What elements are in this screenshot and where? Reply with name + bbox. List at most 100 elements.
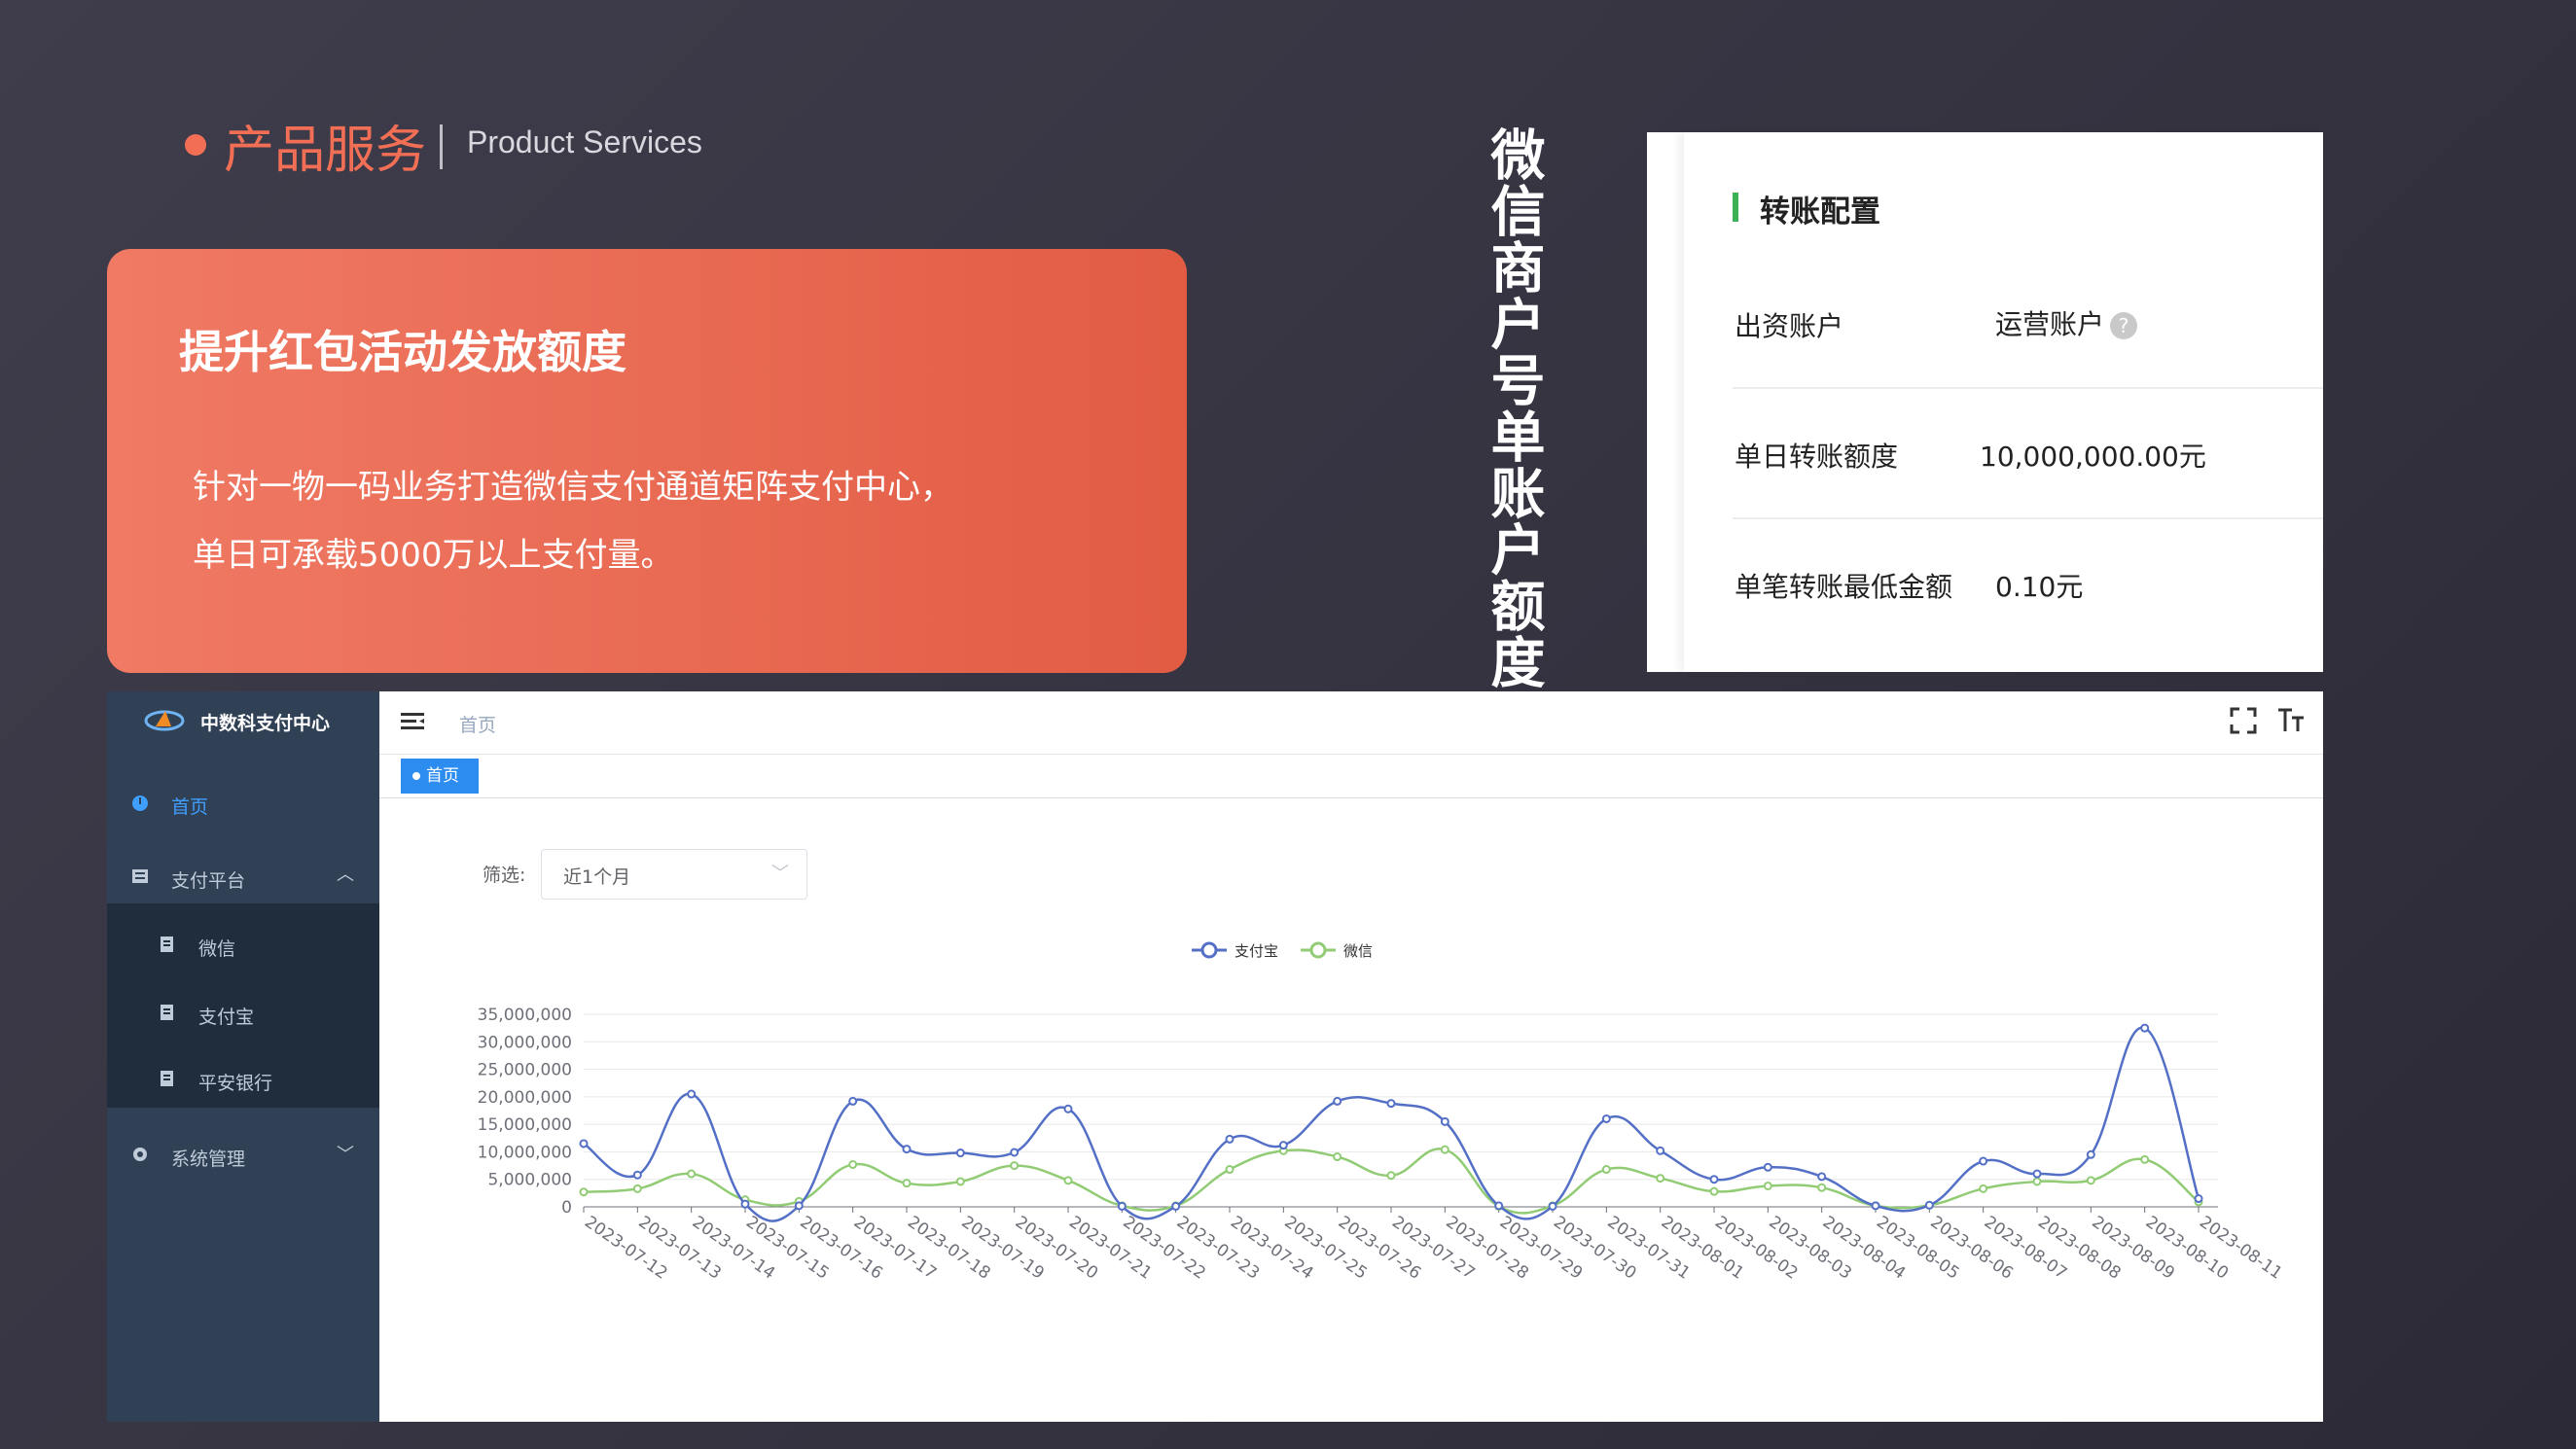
data-point — [1225, 1165, 1234, 1175]
data-point — [1010, 1161, 1020, 1171]
filter-label: 筛选: — [483, 865, 526, 886]
date-range-select[interactable]: 近1个月 ﹀ — [541, 849, 807, 900]
data-point — [848, 1096, 858, 1106]
legend-marker — [1309, 941, 1327, 959]
data-point — [579, 1139, 589, 1149]
gear-icon — [133, 1148, 147, 1161]
feature-card: 提升红包活动发放额度 针对一物一码业务打造微信支付通道矩阵支付中心， 单日可承载… — [107, 249, 1187, 673]
divider — [1733, 387, 2323, 389]
daily-limit-value: 10,000,000.00元 — [1980, 441, 2206, 473]
y-tick-label: 15,000,000 — [478, 1115, 572, 1135]
select-value: 近1个月 — [563, 866, 631, 888]
y-tick-label: 30,000,000 — [478, 1033, 572, 1052]
legend-label: 支付宝 — [1234, 942, 1278, 960]
breadcrumb[interactable]: 首页 — [459, 711, 496, 737]
font-size-icon[interactable] — [2276, 707, 2306, 734]
data-point — [1709, 1175, 1719, 1184]
data-point — [1063, 1176, 1073, 1185]
data-point — [1817, 1172, 1827, 1182]
section-title: 产品服务 — [224, 122, 427, 180]
legend-marker — [1200, 941, 1218, 959]
divider — [1733, 517, 2323, 519]
min-amount-label: 单笔转账最低金额 — [1735, 571, 1953, 603]
data-point — [1601, 1113, 1611, 1123]
help-icon[interactable]: ? — [2110, 312, 2138, 339]
data-point — [1656, 1174, 1665, 1184]
tags-view — [379, 755, 2323, 798]
data-point — [1171, 1201, 1181, 1211]
tab-label: 首页 — [426, 766, 459, 786]
bullet-dot — [185, 134, 206, 156]
y-tick-label: 35,000,000 — [478, 1006, 572, 1025]
data-point — [1440, 1116, 1449, 1126]
data-point — [1979, 1184, 1988, 1193]
brand-name: 中数科支付中心 — [200, 713, 331, 734]
data-point — [1709, 1186, 1719, 1196]
data-point — [1656, 1146, 1665, 1155]
data-point — [955, 1177, 965, 1186]
active-dot — [412, 772, 420, 780]
data-point — [1817, 1183, 1827, 1192]
section-subtitle: Product Services — [467, 124, 702, 159]
list-icon — [132, 869, 148, 883]
y-tick-label: 20,000,000 — [478, 1088, 572, 1108]
data-point — [1010, 1148, 1020, 1157]
tab-home[interactable]: 首页 — [401, 759, 479, 794]
funding-account-value: 运营账户? — [1995, 303, 2138, 342]
data-point — [1333, 1152, 1342, 1162]
sidebar-item-label: 平安银行 — [198, 1073, 273, 1094]
sidebar-item-pay-platform[interactable]: 支付平台 ︿ — [107, 853, 379, 901]
y-tick-label: 0 — [561, 1198, 572, 1218]
sidebar-item-pingan[interactable]: 平安银行 — [107, 1055, 379, 1104]
transfer-config-panel: 转账配置 出资账户 运营账户? 单日转账额度 10,000,000.00元 单笔… — [1647, 132, 2323, 672]
transfer-config-heading: 转账配置 — [1760, 194, 1880, 230]
data-point — [687, 1089, 697, 1099]
data-point — [1386, 1171, 1396, 1181]
data-point — [687, 1169, 697, 1179]
data-point — [1924, 1200, 1934, 1210]
data-point — [794, 1201, 804, 1211]
submenu: 微信 支付宝 平安银行 — [107, 903, 379, 1108]
sidebar-item-alipay[interactable]: 支付宝 — [107, 989, 379, 1038]
data-point — [579, 1187, 589, 1197]
data-point — [1494, 1201, 1504, 1211]
vertical-title: 微信商户号单账户额度 — [1482, 126, 1545, 690]
y-tick-label: 5,000,000 — [487, 1171, 572, 1190]
data-point — [2194, 1194, 2203, 1204]
funding-account-text: 运营账户 — [1995, 308, 2105, 340]
line-chart: 0 5,000,000 10,000,000 15,000,000 20,000,000… — [478, 941, 2286, 1284]
y-tick-label: 25,000,000 — [478, 1061, 572, 1080]
min-amount-value: 0.10元 — [1995, 571, 2084, 603]
feature-card-title: 提升红包活动发放额度 — [179, 326, 626, 378]
document-icon — [161, 937, 173, 952]
data-point — [2140, 1154, 2150, 1164]
sidebar-item-system[interactable]: 系统管理 ﹀ — [107, 1131, 379, 1180]
data-point — [632, 1170, 642, 1180]
fullscreen-icon[interactable] — [2230, 707, 2257, 734]
data-point — [1871, 1201, 1880, 1211]
chevron-down-icon: ﹀ — [771, 864, 789, 884]
data-point — [1117, 1201, 1127, 1211]
data-point — [1386, 1099, 1396, 1109]
document-icon — [161, 1005, 173, 1020]
data-point — [2032, 1177, 2042, 1186]
data-point — [740, 1199, 750, 1209]
sidebar-item-home[interactable]: 首页 — [107, 779, 379, 828]
funding-account-label: 出资账户 — [1735, 310, 1844, 342]
sidebar-item-wechat[interactable]: 微信 — [107, 921, 379, 970]
data-point — [2086, 1176, 2095, 1185]
data-point — [902, 1145, 912, 1154]
data-point — [1225, 1134, 1234, 1144]
menu-fold-icon[interactable] — [401, 711, 426, 732]
data-point — [1548, 1201, 1557, 1211]
sidebar-item-label: 微信 — [198, 938, 236, 960]
sidebar: 中数科支付中心 首页 支付平台 ︿ 微信 支付宝 平安银行 系统管理 ﹀ — [107, 691, 379, 1422]
y-tick-label: 10,000,000 — [478, 1143, 572, 1162]
data-point — [1333, 1096, 1342, 1106]
sidebar-item-label: 支付平台 — [171, 870, 246, 892]
top-navbar: 首页 — [379, 691, 2323, 755]
data-point — [1278, 1141, 1288, 1150]
data-point — [1440, 1145, 1449, 1154]
dashboard-window: 中数科支付中心 首页 支付平台 ︿ 微信 支付宝 平安银行 系统管理 ﹀ 首页 … — [107, 691, 2323, 1422]
document-icon — [161, 1071, 173, 1086]
